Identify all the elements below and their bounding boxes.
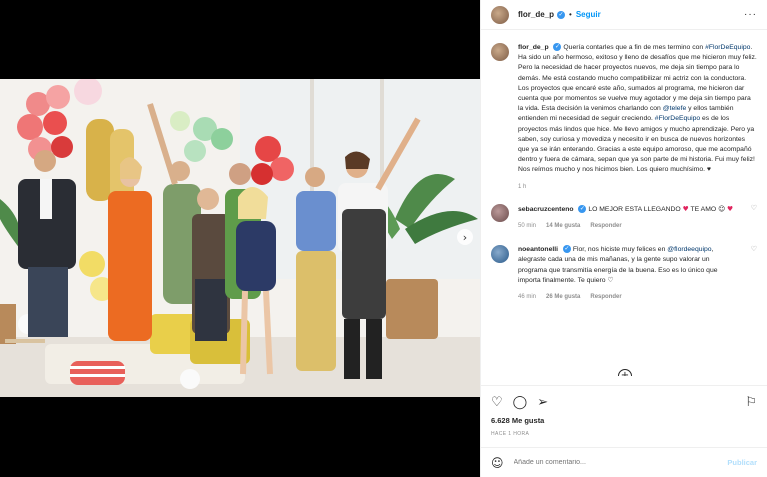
action-icons: ♡ ◯ ➢ ⚐: [491, 394, 757, 410]
likes-count[interactable]: 6.628 Me gusta: [491, 416, 757, 425]
heart-eyes-emoji-icon: ☺: [718, 204, 726, 213]
mention-link[interactable]: @flordeequipo: [667, 246, 711, 253]
author-avatar[interactable]: [491, 5, 509, 24]
share-icon[interactable]: ➢: [537, 395, 548, 410]
like-comment-heart-icon[interactable]: ♡: [751, 245, 757, 302]
red-heart-emoji-icon: ♥: [727, 204, 734, 213]
post-photo[interactable]: [0, 79, 480, 397]
verified-badge-icon: ✓: [578, 204, 587, 214]
post-header: flor_de_p ✓ • Seguir ···: [481, 0, 767, 30]
instagram-post-modal: › flor_de_p ✓ • Seguir ··· flor_de_p ✓ Q…: [0, 0, 767, 477]
caption: flor_de_p ✓ Quería contarles que a fin d…: [491, 43, 757, 192]
comment-item: sebacruzcenteno ✓ LO MEJOR ESTA LLEGANDO…: [491, 203, 757, 231]
hashtag-link[interactable]: #FlorDeEquipo: [705, 44, 750, 51]
photo-illustration: [0, 79, 480, 397]
comment-item: noeantonelli ✓ Flor, nos hiciste muy fel…: [491, 245, 757, 302]
verified-badge-icon: ✓: [557, 10, 566, 19]
caption-text: Quería contarles que a fin de mes termin…: [563, 44, 704, 51]
heart-icon[interactable]: ♡: [491, 395, 503, 410]
comment-text: Flor, nos hiciste muy felices en: [572, 246, 666, 254]
chevron-right-icon: ›: [462, 230, 468, 244]
reply-button[interactable]: Responder: [590, 292, 621, 302]
commenter-avatar[interactable]: [491, 203, 509, 222]
caption-text-4: es de los proyectos más lindos que hice.…: [518, 115, 755, 174]
post-time: HACE 1 HORA: [491, 431, 530, 437]
comment-likes[interactable]: 14 Me gusta: [546, 221, 580, 231]
emoji-icon[interactable]: ☺: [491, 456, 504, 470]
comment-meta: 46 min 26 Me gusta Responder: [518, 292, 738, 302]
comment-icon[interactable]: ◯: [513, 395, 528, 410]
caption-meta: 1 h: [518, 182, 757, 192]
hashtag-link[interactable]: #FlorDeEquipo: [655, 115, 700, 122]
comment-body: noeantonelli ✓ Flor, nos hiciste muy fel…: [518, 245, 738, 302]
comment-age: 50 min: [518, 223, 537, 230]
bookmark-icon[interactable]: ⚐: [745, 395, 757, 410]
caption-text-2: . Ha sido un año hermoso, exitoso y llen…: [518, 44, 757, 113]
comment-likes[interactable]: 26 Me gusta: [546, 292, 580, 302]
more-horizontal-icon[interactable]: ···: [744, 9, 757, 20]
author-username[interactable]: flor_de_p: [518, 10, 554, 19]
commenter-username[interactable]: sebacruzcenteno: [518, 206, 574, 213]
caption-body: flor_de_p ✓ Quería contarles que a fin d…: [518, 43, 757, 192]
post-side-panel: flor_de_p ✓ • Seguir ··· flor_de_p ✓ Que…: [480, 0, 767, 477]
comments-list: flor_de_p ✓ Quería contarles que a fin d…: [481, 31, 767, 376]
comment-input[interactable]: [513, 459, 728, 466]
mention-link[interactable]: @telefe: [663, 105, 687, 112]
comment-text-after: TE AMO: [690, 205, 717, 213]
publish-button[interactable]: Publicar: [727, 458, 757, 467]
post-actions: ♡ ◯ ➢ ⚐ 6.628 Me gusta HACE 1 HORA: [481, 385, 767, 437]
follow-button[interactable]: Seguir: [576, 10, 601, 19]
media-pane: ›: [0, 0, 480, 477]
comment-age: 46 min: [518, 294, 537, 301]
plus-circle-icon[interactable]: +: [618, 369, 632, 376]
add-comment-bar: ☺ Publicar: [481, 447, 767, 477]
like-comment-heart-icon[interactable]: ♡: [751, 204, 757, 231]
comment-body: sebacruzcenteno ✓ LO MEJOR ESTA LLEGANDO…: [518, 204, 738, 231]
reply-button[interactable]: Responder: [590, 221, 621, 231]
verified-badge-icon: ✓: [553, 43, 562, 52]
next-image-button[interactable]: ›: [457, 229, 473, 245]
caption-age[interactable]: 1 h: [518, 182, 526, 192]
comment-text: LO MEJOR ESTA LLEGANDO: [588, 205, 681, 213]
separator-dot: •: [569, 10, 572, 19]
verified-badge-icon: ✓: [562, 245, 571, 254]
caption-avatar[interactable]: [491, 43, 509, 61]
commenter-username[interactable]: noeantonelli: [518, 246, 558, 253]
red-heart-emoji-icon: ♥: [682, 204, 689, 213]
commenter-avatar[interactable]: [491, 245, 509, 264]
caption-username[interactable]: flor_de_p: [518, 44, 549, 51]
comment-meta: 50 min 14 Me gusta Responder: [518, 221, 738, 231]
